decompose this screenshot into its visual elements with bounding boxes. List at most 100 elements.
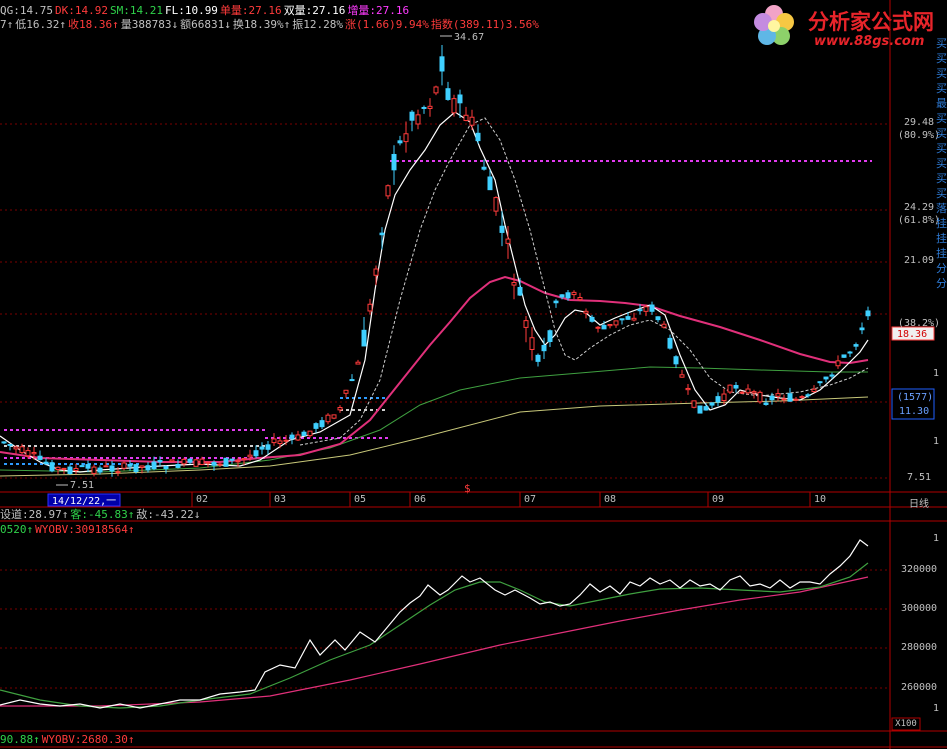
candle-body — [61, 467, 67, 470]
candle-body — [355, 361, 361, 365]
signal-glyph: 分 — [936, 262, 947, 275]
candle-body — [667, 337, 673, 349]
candle-body — [865, 310, 871, 317]
candle-body — [439, 56, 445, 72]
candle-body — [499, 225, 505, 233]
candle-body — [175, 464, 181, 468]
signal-glyph: 分 — [936, 277, 947, 290]
indicator2-info-bar: 0520↑ WYOBV:30918564↑ — [0, 523, 136, 537]
candle-body — [619, 318, 625, 321]
candle-body — [247, 454, 253, 458]
candle-body — [37, 455, 43, 460]
candle-body — [133, 464, 139, 472]
candle-body — [733, 385, 739, 389]
candle-body — [691, 400, 697, 408]
candle-body — [493, 197, 499, 212]
candle-body — [559, 294, 565, 298]
candle-body — [853, 344, 859, 347]
candle-body — [265, 444, 271, 450]
candle-body — [673, 356, 679, 365]
indicator1-info-bar: 设道:28.97↑ 客:-45.83↑ 敌:-43.22↓ — [0, 508, 202, 522]
candle-body — [511, 282, 517, 286]
month-label: 02 — [196, 494, 209, 505]
candle-body — [367, 303, 373, 312]
candle-body — [145, 465, 151, 471]
candle-body — [379, 232, 385, 236]
candle-body — [289, 434, 295, 439]
scale-label: X100 — [895, 719, 917, 729]
candle-body — [241, 457, 247, 461]
candle-body — [397, 140, 403, 144]
candle-body — [181, 458, 187, 465]
volume-box-label: (1577) — [897, 392, 933, 403]
candle-body — [517, 287, 523, 296]
kline-chart[interactable]: 34.67 7.51 $ 14/12/22,一 18.36 (1577) 11.… — [0, 0, 947, 749]
signal-glyph: 落 — [936, 202, 947, 215]
cursor-date-label: 14/12/22,一 — [52, 496, 116, 507]
candle-body — [637, 309, 643, 312]
candle-body — [415, 114, 421, 125]
month-label: 05 — [354, 494, 367, 505]
month-label: 09 — [712, 494, 725, 505]
volume-box-value: 11.30 — [899, 406, 929, 417]
signal-glyph: 买 — [936, 67, 947, 80]
candle-body — [319, 420, 325, 428]
period-label[interactable]: 日线 — [894, 495, 944, 510]
candle-body — [583, 310, 589, 314]
candle-body — [763, 402, 769, 406]
candle-body — [55, 466, 61, 470]
candle-body — [151, 461, 157, 470]
event-marker[interactable]: $ — [464, 482, 471, 495]
signal-glyph: 挂 — [936, 232, 947, 245]
signal-column: 买买买买最买买买买买买落挂挂挂分分 — [936, 36, 947, 291]
candle-body — [121, 462, 127, 469]
candle-body — [715, 396, 721, 403]
candle-body — [541, 344, 547, 352]
candlesticks — [1, 45, 871, 477]
candle-body — [571, 291, 577, 296]
candle-body — [649, 304, 655, 312]
candle-body — [745, 388, 751, 394]
candle-body — [325, 414, 331, 423]
candle-body — [427, 105, 433, 109]
candle-body — [631, 317, 637, 321]
candle-body — [301, 431, 307, 436]
signal-glyph: 挂 — [936, 217, 947, 230]
candle-body — [451, 98, 457, 114]
candle-body — [709, 402, 715, 406]
signal-glyph: 挂 — [936, 247, 947, 260]
candle-body — [469, 116, 475, 126]
candle-body — [391, 153, 397, 171]
candle-body — [271, 438, 277, 444]
candle-body — [589, 316, 595, 322]
signal-glyph: 最 — [936, 97, 947, 110]
candle-body — [109, 465, 115, 472]
month-label: 10 — [814, 494, 827, 505]
candle-body — [235, 460, 241, 463]
obv-tick-top: 1 — [932, 533, 940, 544]
obv-tick: 320000 — [900, 564, 938, 575]
candle-body — [229, 458, 235, 461]
current-price-label: 18.36 — [897, 329, 927, 340]
month-label: 08 — [604, 494, 617, 505]
candle-body — [775, 393, 781, 397]
candle-body — [643, 306, 649, 312]
candle-body — [811, 388, 817, 393]
candle-body — [607, 324, 613, 327]
candle-body — [157, 460, 163, 463]
candle-body — [799, 396, 805, 399]
candle-body — [49, 462, 55, 472]
candle-body — [703, 406, 709, 411]
candle-body — [679, 374, 685, 378]
candle-body — [127, 463, 133, 467]
candle-body — [253, 450, 259, 457]
candle-body — [661, 323, 667, 328]
obv-tick: 260000 — [900, 682, 938, 693]
price-tick-mark: 1 — [932, 436, 940, 447]
candle-body — [43, 461, 49, 465]
signal-glyph: 买 — [936, 127, 947, 140]
candle-body — [73, 467, 79, 471]
candle-body — [757, 391, 763, 403]
candle-body — [313, 423, 319, 429]
candle-body — [721, 393, 727, 401]
